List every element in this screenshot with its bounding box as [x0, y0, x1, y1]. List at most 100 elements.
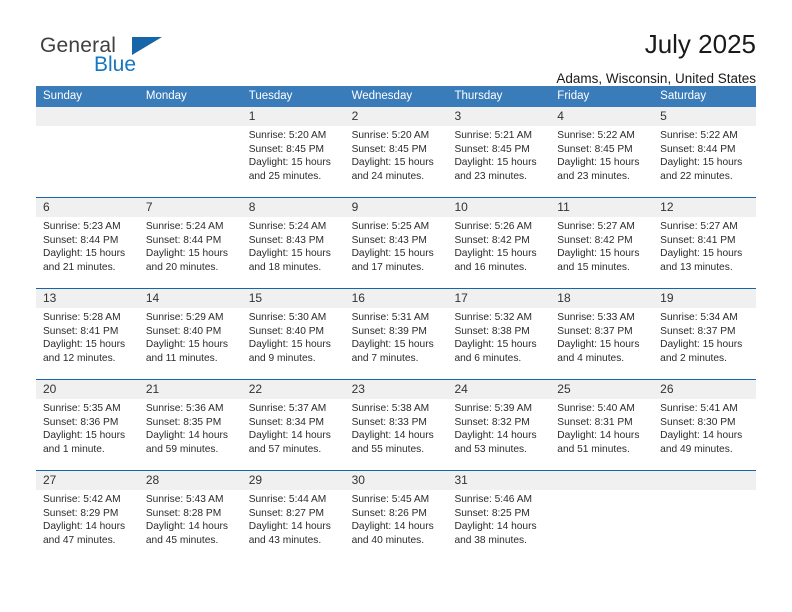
title-block: July 2025 Adams, Wisconsin, United State…	[556, 30, 756, 86]
day-number: 15	[241, 289, 345, 308]
sunset-text: Sunset: 8:34 PM	[248, 416, 325, 428]
day-cell[interactable]: 12 Sunrise: 5:27 AM Sunset: 8:41 PM Dayligh…	[653, 198, 757, 288]
day-cell[interactable]: 27 Sunrise: 5:42 AM Sunset: 8:29 PM Dayligh…	[36, 471, 139, 561]
day-cell[interactable]: 15 Sunrise: 5:30 AM Sunset: 8:40 PM Dayligh…	[241, 289, 345, 379]
sunset-text: Sunset: 8:33 PM	[351, 416, 427, 428]
daylight-text-line1: Daylight: 15 hours	[660, 248, 743, 260]
day-cell[interactable]: 6 Sunrise: 5:23 AM Sunset: 8:44 PM Daylight…	[36, 198, 139, 288]
day-cell[interactable]: 3 Sunrise: 5:21 AM Sunset: 8:45 PM Daylight…	[447, 107, 551, 197]
day-cell[interactable]: 16 Sunrise: 5:31 AM Sunset: 8:39 PM Dayligh…	[344, 289, 448, 379]
logo-general-blue[interactable]: General Blue	[36, 30, 206, 78]
day-cell[interactable]: 14 Sunrise: 5:29 AM Sunset: 8:40 PM Dayligh…	[138, 289, 242, 379]
daylight-text-line1: Daylight: 15 hours	[145, 339, 228, 351]
day-cell[interactable]: 25 Sunrise: 5:40 AM Sunset: 8:31 PM Dayligh…	[550, 380, 654, 470]
sunrise-text: Sunrise: 5:27 AM	[660, 221, 738, 232]
daylight-text-line1: Daylight: 14 hours	[351, 521, 434, 533]
daylight-text-line2: and 23 minutes.	[557, 170, 630, 182]
calendar-week-row: 1 Sunrise: 5:20 AM Sunset: 8:45 PM Daylight…	[36, 107, 757, 197]
calendar-page: General Blue July 2025 Adams, Wisconsin,…	[0, 0, 792, 612]
daylight-text-line1: Daylight: 15 hours	[351, 157, 434, 169]
calendar-week-row: 20 Sunrise: 5:35 AM Sunset: 8:36 PM Dayligh…	[36, 379, 757, 470]
day-cell[interactable]: 9 Sunrise: 5:25 AM Sunset: 8:43 PM Daylight…	[344, 198, 448, 288]
sunrise-text: Sunrise: 5:30 AM	[248, 312, 327, 323]
sunset-text: Sunset: 8:40 PM	[248, 325, 325, 337]
sunrise-text: Sunrise: 5:27 AM	[557, 221, 635, 232]
day-cell[interactable]: 7 Sunrise: 5:24 AM Sunset: 8:44 PM Daylight…	[138, 198, 242, 288]
day-cell[interactable]: 10 Sunrise: 5:26 AM Sunset: 8:42 PM Dayligh…	[447, 198, 551, 288]
sunrise-text: Sunrise: 5:24 AM	[248, 221, 327, 232]
day-cell[interactable]: 31 Sunrise: 5:46 AM Sunset: 8:25 PM Dayligh…	[447, 471, 551, 561]
day-cell[interactable]: 29 Sunrise: 5:44 AM Sunset: 8:27 PM Dayligh…	[241, 471, 345, 561]
sunset-text: Sunset: 8:27 PM	[248, 507, 325, 519]
daylight-text-line1: Daylight: 15 hours	[351, 248, 434, 260]
day-cell[interactable]: 26 Sunrise: 5:41 AM Sunset: 8:30 PM Dayligh…	[653, 380, 757, 470]
daylight-text-line2: and 9 minutes.	[248, 352, 316, 364]
sunrise-text: Sunrise: 5:39 AM	[454, 403, 533, 414]
daylight-text-line2: and 22 minutes.	[660, 170, 733, 182]
daylight-text-line1: Daylight: 15 hours	[557, 248, 640, 260]
daylight-text-line1: Daylight: 15 hours	[248, 157, 331, 169]
day-details: Sunrise: 5:37 AM Sunset: 8:34 PM Daylight:…	[242, 399, 345, 456]
day-cell[interactable]: 30 Sunrise: 5:45 AM Sunset: 8:26 PM Dayligh…	[344, 471, 448, 561]
day-cell[interactable]: 5 Sunrise: 5:22 AM Sunset: 8:44 PM Daylight…	[653, 107, 757, 197]
day-cell[interactable]: 18 Sunrise: 5:33 AM Sunset: 8:37 PM Dayligh…	[550, 289, 654, 379]
day-cell[interactable]: 4 Sunrise: 5:22 AM Sunset: 8:45 PM Daylight…	[550, 107, 654, 197]
day-cell-empty	[36, 107, 139, 197]
day-cell[interactable]: 17 Sunrise: 5:32 AM Sunset: 8:38 PM Dayligh…	[447, 289, 551, 379]
sunset-text: Sunset: 8:39 PM	[351, 325, 427, 337]
day-details: Sunrise: 5:36 AM Sunset: 8:35 PM Daylight:…	[139, 399, 242, 456]
sunrise-text: Sunrise: 5:42 AM	[43, 494, 121, 505]
sunset-text: Sunset: 8:28 PM	[145, 507, 222, 519]
daylight-text-line2: and 20 minutes.	[145, 261, 219, 273]
day-cell[interactable]: 24 Sunrise: 5:39 AM Sunset: 8:32 PM Dayligh…	[447, 380, 551, 470]
weekday-header-row: Sunday Monday Tuesday Wednesday Thursday…	[36, 86, 756, 107]
day-cell[interactable]: 20 Sunrise: 5:35 AM Sunset: 8:36 PM Dayligh…	[36, 380, 139, 470]
sunrise-text: Sunrise: 5:44 AM	[248, 494, 327, 505]
day-details: Sunrise: 5:20 AM Sunset: 8:45 PM Daylight:…	[345, 126, 448, 183]
day-cell[interactable]: 28 Sunrise: 5:43 AM Sunset: 8:28 PM Dayligh…	[138, 471, 242, 561]
day-details: Sunrise: 5:25 AM Sunset: 8:43 PM Daylight:…	[345, 217, 448, 274]
daylight-text-line2: and 7 minutes.	[351, 352, 419, 364]
day-details: Sunrise: 5:44 AM Sunset: 8:27 PM Daylight:…	[242, 490, 345, 547]
day-cell[interactable]: 11 Sunrise: 5:27 AM Sunset: 8:42 PM Dayligh…	[550, 198, 654, 288]
daylight-text-line2: and 49 minutes.	[660, 443, 733, 455]
daylight-text-line1: Daylight: 15 hours	[43, 339, 126, 351]
day-details: Sunrise: 5:24 AM Sunset: 8:44 PM Daylight:…	[139, 217, 242, 274]
daylight-text-line2: and 17 minutes.	[351, 261, 425, 273]
daylight-text-line1: Daylight: 15 hours	[557, 157, 640, 169]
sunset-text: Sunset: 8:40 PM	[145, 325, 222, 337]
daylight-text-line1: Daylight: 15 hours	[454, 248, 537, 260]
sunset-text: Sunset: 8:38 PM	[454, 325, 530, 337]
daylight-text-line2: and 25 minutes.	[248, 170, 322, 182]
day-cell[interactable]: 19 Sunrise: 5:34 AM Sunset: 8:37 PM Dayligh…	[653, 289, 757, 379]
daylight-text-line1: Daylight: 14 hours	[248, 521, 331, 533]
day-number: 12	[653, 198, 757, 217]
sunrise-text: Sunrise: 5:29 AM	[145, 312, 224, 323]
sunrise-text: Sunrise: 5:26 AM	[454, 221, 533, 232]
day-cell[interactable]: 23 Sunrise: 5:38 AM Sunset: 8:33 PM Dayligh…	[344, 380, 448, 470]
daylight-text-line2: and 45 minutes.	[145, 534, 219, 546]
day-cell[interactable]: 8 Sunrise: 5:24 AM Sunset: 8:43 PM Daylight…	[241, 198, 345, 288]
day-number: 26	[653, 380, 757, 399]
daylight-text-line1: Daylight: 14 hours	[454, 521, 537, 533]
day-number: 6	[36, 198, 139, 217]
daylight-text-line1: Daylight: 15 hours	[454, 339, 537, 351]
day-cell[interactable]: 1 Sunrise: 5:20 AM Sunset: 8:45 PM Daylight…	[241, 107, 345, 197]
day-number: 4	[550, 107, 654, 126]
sunset-text: Sunset: 8:36 PM	[43, 416, 119, 428]
day-details: Sunrise: 5:23 AM Sunset: 8:44 PM Daylight:…	[36, 217, 139, 274]
day-cell[interactable]: 21 Sunrise: 5:36 AM Sunset: 8:35 PM Dayligh…	[138, 380, 242, 470]
daylight-text-line1: Daylight: 14 hours	[557, 430, 640, 442]
sunset-text: Sunset: 8:44 PM	[145, 234, 222, 246]
day-details: Sunrise: 5:43 AM Sunset: 8:28 PM Daylight:…	[139, 490, 242, 547]
daylight-text-line1: Daylight: 14 hours	[43, 521, 126, 533]
day-cell[interactable]: 22 Sunrise: 5:37 AM Sunset: 8:34 PM Dayligh…	[241, 380, 345, 470]
day-cell[interactable]: 13 Sunrise: 5:28 AM Sunset: 8:41 PM Dayligh…	[36, 289, 139, 379]
daylight-text-line2: and 24 minutes.	[351, 170, 425, 182]
day-cell[interactable]: 2 Sunrise: 5:20 AM Sunset: 8:45 PM Daylight…	[344, 107, 448, 197]
sunrise-text: Sunrise: 5:20 AM	[248, 130, 327, 141]
sunrise-text: Sunrise: 5:45 AM	[351, 494, 430, 505]
sunrise-text: Sunrise: 5:34 AM	[660, 312, 738, 323]
daylight-text-line1: Daylight: 14 hours	[145, 521, 228, 533]
sunset-text: Sunset: 8:41 PM	[660, 234, 736, 246]
